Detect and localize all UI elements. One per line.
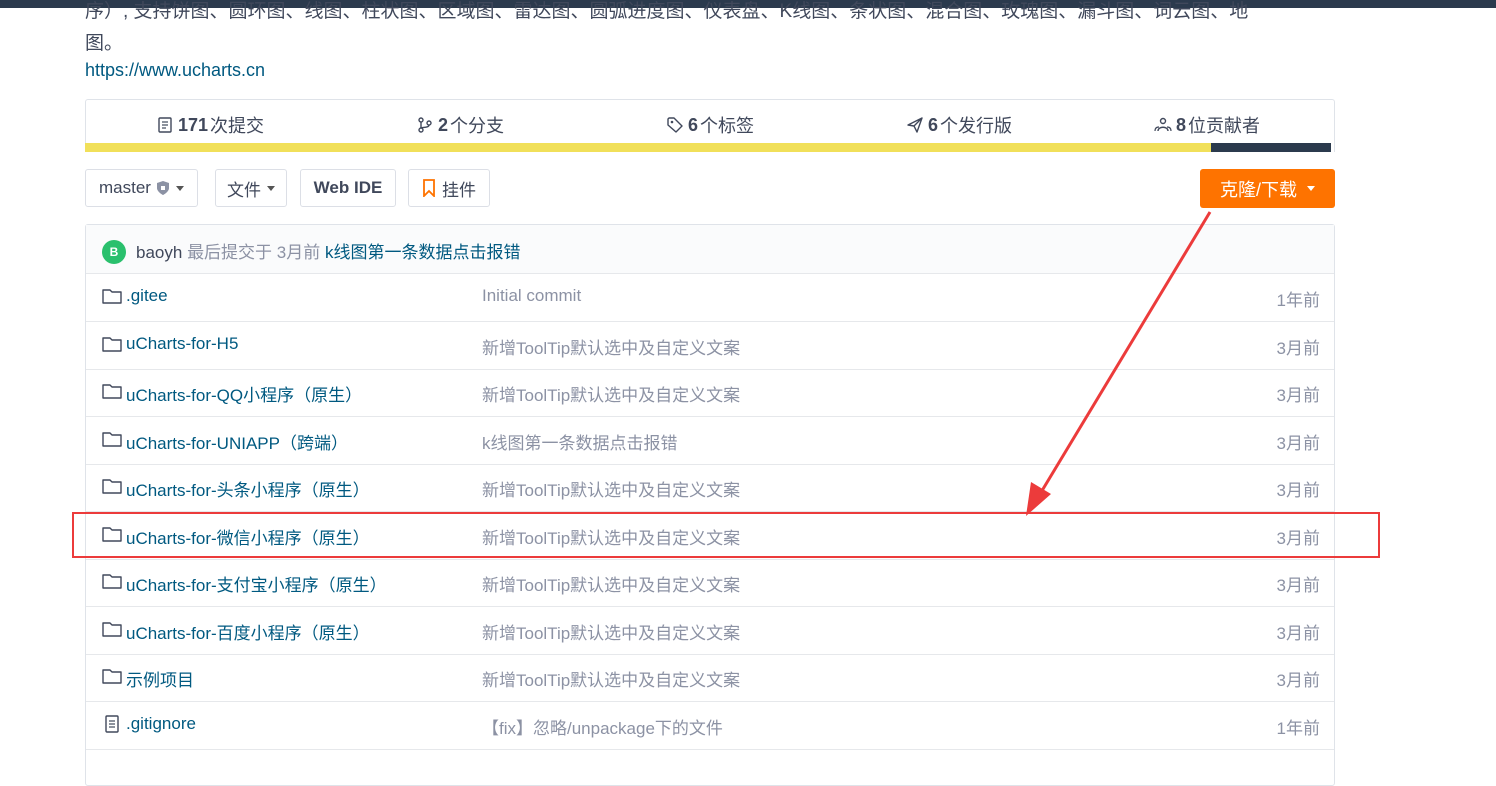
file-list: B baoyh 最后提交于 3月前 k线图第一条数据点击报错 .gitee Ini… [85, 224, 1335, 786]
bookmark-icon [423, 179, 435, 197]
stat-label: 个标签 [700, 116, 755, 136]
folder-icon [102, 287, 122, 305]
folder-icon [102, 477, 122, 495]
folder-icon [102, 667, 122, 685]
stat-count: 8 [1176, 114, 1187, 135]
stat-label: 个分支 [450, 116, 505, 136]
clone-download-button[interactable]: 克隆/下载 [1200, 169, 1335, 208]
stat-branches[interactable]: 2 个分支 [416, 112, 504, 138]
file-commit-message[interactable]: 【fix】忽略/unpackage下的文件 [482, 714, 723, 739]
stat-label: 个发行版 [940, 116, 1013, 136]
file-name-link[interactable]: uCharts-for-H5 [126, 334, 238, 354]
file-commit-time: 3月前 [1276, 433, 1320, 453]
file-commit-message[interactable]: 新增ToolTip默认选中及自定义文案 [482, 619, 740, 644]
file-commit-time: 3月前 [1276, 386, 1320, 405]
commit-icon [158, 117, 172, 133]
file-commit-message[interactable]: 新增ToolTip默认选中及自定义文案 [482, 571, 740, 596]
files-dropdown-button[interactable]: 文件 [215, 169, 287, 207]
folder-icon [102, 525, 122, 543]
file-commit-time: 3月前 [1276, 623, 1320, 643]
clone-label: 克隆/下载 [1219, 179, 1297, 200]
file-commit-time: 3月前 [1276, 481, 1320, 500]
stat-count: 6 [688, 114, 699, 135]
language-bar [85, 143, 1331, 152]
web-ide-label: Web IDE [313, 178, 383, 197]
stat-count: 6 [928, 114, 939, 135]
stat-count: 2 [438, 114, 449, 135]
language-segment [1211, 143, 1331, 152]
file-name-link[interactable]: .gitignore [126, 714, 196, 734]
file-name-link[interactable]: uCharts-for-头条小程序（原生） [126, 476, 370, 501]
branch-icon [418, 117, 432, 133]
branch-name: master [99, 178, 151, 197]
file-name-link[interactable]: 示例项目 [126, 666, 194, 691]
tag-icon [667, 117, 683, 133]
file-name-link[interactable]: uCharts-for-UNIAPP（跨端） [126, 429, 348, 454]
stat-tags[interactable]: 6 个标签 [666, 112, 754, 138]
file-commit-message[interactable]: 新增ToolTip默认选中及自定义文案 [482, 381, 740, 406]
repo-description: 序）, 支持饼图、圆环图、线图、柱状图、区域图、雷达图、圆弧进度图、仪表盘、K线… [85, 0, 1325, 60]
file-name-link[interactable]: .gitee [126, 286, 168, 306]
commit-message[interactable]: k线图第一条数据点击报错 [325, 243, 521, 262]
contributors-icon [1154, 117, 1172, 132]
file-row[interactable]: .gitignore 【fix】忽略/unpackage下的文件 1年前 [86, 702, 1334, 750]
folder-icon [102, 430, 122, 448]
commit-author[interactable]: baoyh [136, 243, 182, 262]
chevron-down-icon [1307, 186, 1315, 191]
file-commit-time: 3月前 [1276, 528, 1320, 548]
last-commit-info: baoyh 最后提交于 3月前 k线图第一条数据点击报错 [136, 238, 520, 263]
stat-releases[interactable]: 6 个发行版 [906, 112, 1012, 138]
file-commit-message[interactable]: k线图第一条数据点击报错 [482, 429, 678, 454]
file-icon [102, 714, 122, 733]
chevron-down-icon [267, 185, 275, 191]
widget-button[interactable]: 挂件 [408, 169, 490, 207]
last-commit-bar: B baoyh 最后提交于 3月前 k线图第一条数据点击报错 [86, 225, 1334, 274]
file-commit-message[interactable]: 新增ToolTip默认选中及自定义文案 [482, 476, 740, 501]
language-segment [85, 143, 1211, 152]
file-row[interactable]: uCharts-for-支付宝小程序（原生） 新增ToolTip默认选中及自定义文… [86, 559, 1334, 607]
web-ide-button[interactable]: Web IDE [300, 169, 396, 207]
file-name-link[interactable]: uCharts-for-百度小程序（原生） [126, 619, 370, 644]
file-name-link[interactable]: uCharts-for-微信小程序（原生） [126, 524, 370, 549]
branch-select[interactable]: master [85, 169, 198, 207]
description-line-2: 图。 [85, 33, 124, 54]
release-icon [907, 117, 923, 133]
file-commit-time: 3月前 [1276, 576, 1320, 595]
chevron-down-icon [175, 185, 184, 191]
file-row[interactable]: uCharts-for-QQ小程序（原生） 新增ToolTip默认选中及自定义文案… [86, 369, 1334, 417]
widget-label: 挂件 [442, 180, 476, 200]
file-row[interactable]: uCharts-for-百度小程序（原生） 新增ToolTip默认选中及自定义文案… [86, 607, 1334, 655]
file-commit-time: 3月前 [1276, 338, 1320, 358]
folder-icon [102, 335, 122, 353]
folder-icon [102, 382, 122, 400]
file-row[interactable]: uCharts-for-UNIAPP（跨端） k线图第一条数据点击报错 3月前 [86, 417, 1334, 465]
file-row[interactable]: uCharts-for-微信小程序（原生） 新增ToolTip默认选中及自定义文案… [86, 512, 1334, 560]
homepage-link[interactable]: https://www.ucharts.cn [85, 60, 265, 81]
file-commit-message[interactable]: 新增ToolTip默认选中及自定义文案 [482, 334, 740, 359]
file-commit-time: 3月前 [1276, 671, 1320, 690]
stat-commits[interactable]: 171 次提交 [156, 112, 264, 138]
file-commit-message[interactable]: Initial commit [482, 286, 581, 306]
commit-meta: 最后提交于 3月前 [187, 243, 321, 262]
file-row[interactable]: uCharts-for-H5 新增ToolTip默认选中及自定义文案 3月前 [86, 322, 1334, 370]
stat-contributors[interactable]: 8 位贡献者 [1154, 112, 1260, 138]
folder-icon [102, 620, 122, 638]
file-commit-message[interactable]: 新增ToolTip默认选中及自定义文案 [482, 524, 740, 549]
shield-icon [156, 181, 169, 195]
stat-count: 171 [178, 114, 209, 135]
file-name-link[interactable]: uCharts-for-QQ小程序（原生） [126, 381, 362, 406]
file-commit-message[interactable]: 新增ToolTip默认选中及自定义文案 [482, 666, 740, 691]
stat-label: 位贡献者 [1188, 116, 1261, 136]
avatar[interactable]: B [102, 240, 126, 264]
file-row[interactable]: .gitee Initial commit 1年前 [86, 274, 1334, 322]
file-row[interactable]: 示例项目 新增ToolTip默认选中及自定义文案 3月前 [86, 654, 1334, 702]
file-commit-time: 1年前 [1276, 718, 1320, 738]
folder-icon [102, 572, 122, 590]
description-line-1: 序）, 支持饼图、圆环图、线图、柱状图、区域图、雷达图、圆弧进度图、仪表盘、K线… [85, 1, 1249, 22]
files-label: 文件 [227, 180, 261, 200]
file-commit-time: 1年前 [1276, 291, 1320, 310]
file-row[interactable]: uCharts-for-头条小程序（原生） 新增ToolTip默认选中及自定义文案… [86, 464, 1334, 512]
file-name-link[interactable]: uCharts-for-支付宝小程序（原生） [126, 571, 387, 596]
stat-label: 次提交 [210, 116, 265, 136]
